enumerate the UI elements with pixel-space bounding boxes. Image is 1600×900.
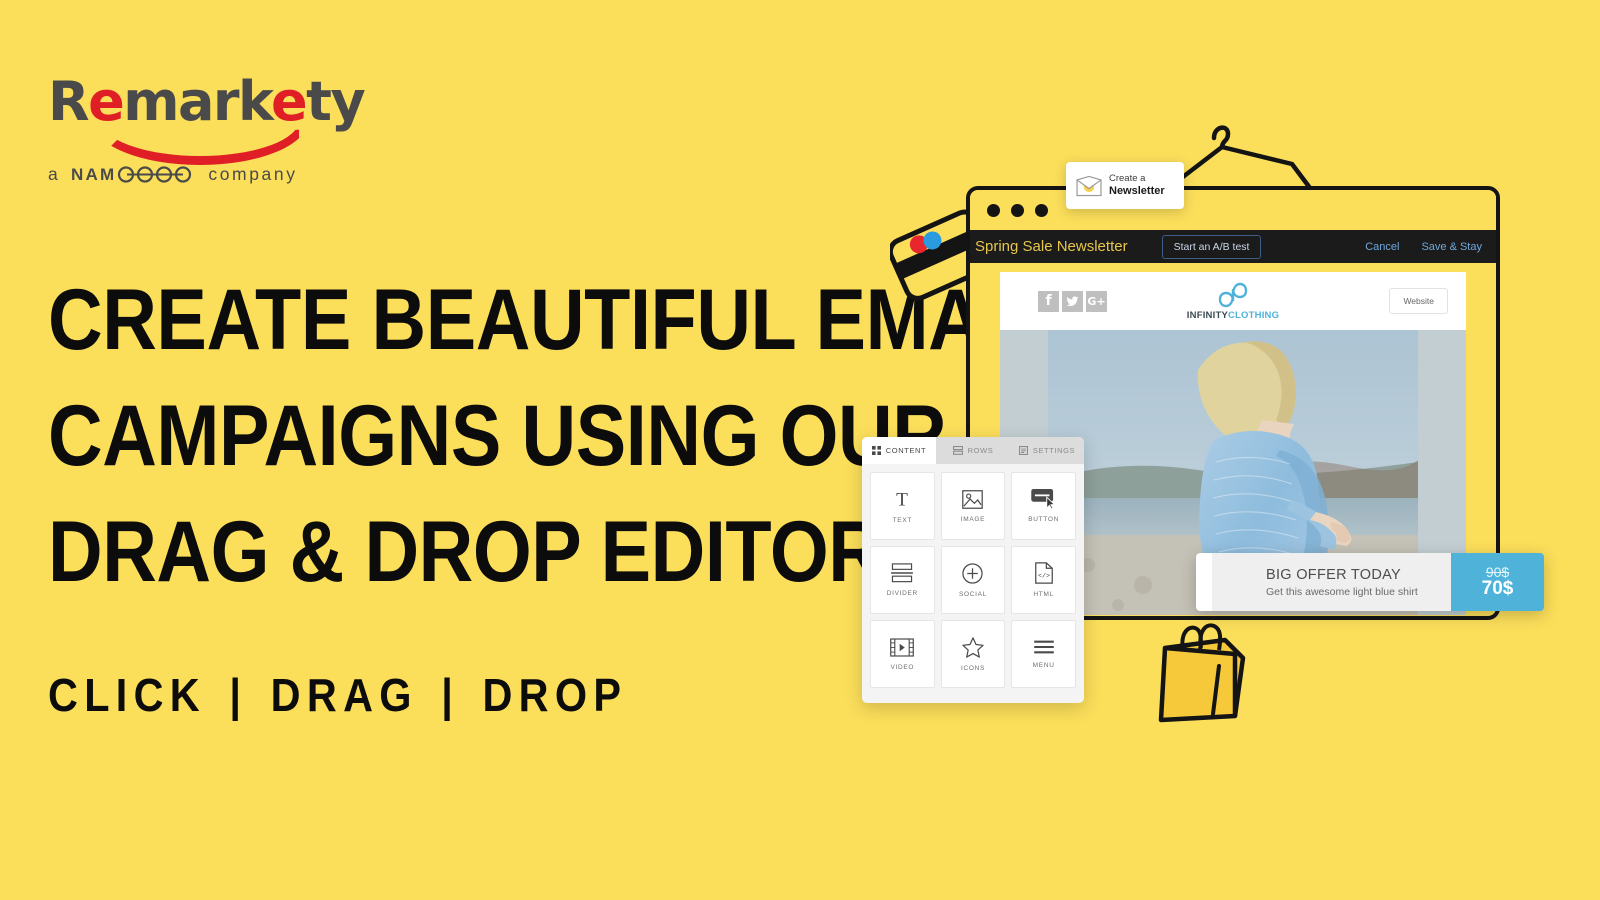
newsletter-card-text: Create a Newsletter: [1109, 173, 1165, 199]
content-block-grid: T TEXT IMAGE BUTTON DIVIDER SOCIAL </> H…: [862, 464, 1084, 696]
block-html[interactable]: </> HTML: [1011, 546, 1076, 614]
block-button-label: BUTTON: [1028, 516, 1060, 523]
offer-price-old: 90$: [1485, 563, 1510, 580]
namogoo-chain-icon: NAM: [71, 165, 192, 184]
tagline-click: CLICK: [48, 669, 206, 721]
block-video-label: VIDEO: [890, 663, 915, 671]
block-image-label: IMAGE: [960, 515, 986, 523]
newsletter-card-line2: Newsletter: [1109, 184, 1165, 197]
newsletter-card-line1: Create a: [1109, 172, 1146, 184]
headline-line-2: CAMPAIGNS USING OUR: [48, 388, 947, 484]
block-video[interactable]: VIDEO: [870, 620, 935, 688]
tab-rows-label: ROWS: [967, 446, 994, 455]
headline-line-3: DRAG & DROP EDITOR: [48, 504, 883, 600]
settings-icon: [1018, 446, 1028, 455]
html-code-icon: </>: [1034, 562, 1053, 584]
block-divider[interactable]: DIVIDER: [870, 546, 935, 614]
tagline-drop: DROP: [482, 669, 628, 721]
image-icon: [962, 489, 984, 509]
star-icon: [962, 636, 984, 658]
window-dot-minimize[interactable]: [1011, 203, 1024, 217]
block-icons[interactable]: ICONS: [940, 620, 1006, 688]
block-social[interactable]: SOCIAL: [940, 546, 1006, 614]
offer-banner-accent: [1196, 553, 1212, 611]
remarkety-logo: Remarkety a NAM company: [48, 75, 378, 185]
envelope-icon: [1076, 175, 1102, 196]
block-image[interactable]: IMAGE: [940, 472, 1006, 540]
block-social-label: SOCIAL: [958, 590, 988, 598]
click-drag-drop-tagline: CLICK | DRAG | DROP: [48, 668, 627, 722]
brand-name-blue: CLOTHING: [1227, 310, 1280, 321]
panel-tab-bar: CONTENT ROWS SETTINGS: [862, 437, 1084, 464]
block-menu-label: MENU: [1032, 662, 1055, 669]
tab-settings[interactable]: SETTINGS: [1010, 437, 1084, 464]
campaign-title: Spring Sale Newsletter: [975, 238, 1128, 255]
cancel-link[interactable]: Cancel: [1365, 241, 1399, 253]
tab-content[interactable]: CONTENT: [862, 437, 936, 464]
content-blocks-panel: CONTENT ROWS SETTINGS T TEXT IMAGE BUTTO…: [862, 437, 1084, 703]
website-button[interactable]: Website: [1389, 288, 1448, 314]
save-and-stay-link[interactable]: Save & Stay: [1421, 241, 1482, 253]
facebook-icon[interactable]: f: [1038, 290, 1059, 312]
grid-icon: [871, 446, 881, 455]
headline-line-1: CREATE BEAUTIFUL EMAIL: [48, 272, 1049, 368]
tagline-sep-1: |: [229, 669, 248, 721]
offer-title: BIG OFFER TODAY: [1266, 566, 1402, 583]
logo-wordmark: Remarkety: [48, 75, 378, 165]
social-icon-row: f G+: [1038, 290, 1107, 312]
tagline-drag: DRAG: [270, 669, 418, 721]
offer-banner-body: BIG OFFER TODAY Get this awesome light b…: [1212, 553, 1451, 611]
window-dot-close[interactable]: [987, 203, 1000, 217]
svg-text:NAM: NAM: [71, 165, 116, 184]
offer-price-new: 70$: [1481, 578, 1514, 600]
tagline-suffix: company: [208, 163, 298, 184]
offer-subtitle: Get this awesome light blue shirt: [1266, 585, 1418, 598]
logo-tagline: a NAM company: [48, 163, 378, 185]
divider-icon: [891, 563, 914, 583]
tagline-prefix: a: [48, 163, 61, 184]
block-html-label: HTML: [1033, 591, 1054, 598]
tab-settings-label: SETTINGS: [1032, 446, 1076, 455]
browser-chrome-bar: [970, 190, 1496, 230]
block-text-label: TEXT: [892, 517, 913, 524]
svg-text:</>: </>: [1038, 572, 1050, 580]
block-button[interactable]: BUTTON: [1011, 472, 1076, 540]
twitter-icon[interactable]: [1062, 290, 1083, 312]
block-divider-label: DIVIDER: [886, 590, 918, 597]
create-newsletter-card[interactable]: Create a Newsletter: [1066, 162, 1184, 209]
block-icons-label: ICONS: [960, 664, 986, 672]
editor-toolbar: Spring Sale Newsletter Start an A/B test…: [970, 230, 1496, 263]
brand-name-dark: INFINITY: [1186, 310, 1228, 321]
social-plus-icon: [962, 562, 984, 584]
offer-price-block: 90$ 70$: [1451, 553, 1544, 611]
logo-word-r: R: [48, 70, 90, 133]
logo-word-ty: ty: [306, 70, 366, 133]
svg-text:T: T: [896, 489, 908, 510]
logo-smile-swoosh: [92, 113, 308, 165]
window-dot-maximize[interactable]: [1035, 203, 1048, 217]
page-title: CREATE BEAUTIFUL EMAIL CAMPAIGNS USING O…: [48, 262, 1049, 610]
text-icon: T: [896, 489, 908, 510]
tagline-sep-2: |: [441, 669, 460, 721]
email-header-row: f G+ INFINITYCLOTHING Website: [1000, 272, 1466, 330]
start-ab-test-button[interactable]: Start an A/B test: [1161, 234, 1262, 259]
block-text[interactable]: T TEXT: [870, 472, 935, 540]
tab-content-label: CONTENT: [885, 446, 927, 455]
googleplus-icon[interactable]: G+: [1086, 290, 1107, 312]
tab-rows[interactable]: ROWS: [936, 437, 1010, 464]
poster-canvas: Remarkety a NAM company CREATE BEAUTIFUL…: [0, 0, 1600, 900]
menu-icon: [1033, 640, 1054, 654]
offer-banner[interactable]: BIG OFFER TODAY Get this awesome light b…: [1196, 553, 1544, 611]
rows-icon: [952, 446, 963, 455]
infinity-icon: [1218, 282, 1248, 308]
block-menu[interactable]: MENU: [1011, 620, 1076, 688]
button-icon: [1030, 489, 1056, 509]
video-icon: [890, 637, 915, 657]
shopping-bag-illustration: [1158, 623, 1246, 723]
